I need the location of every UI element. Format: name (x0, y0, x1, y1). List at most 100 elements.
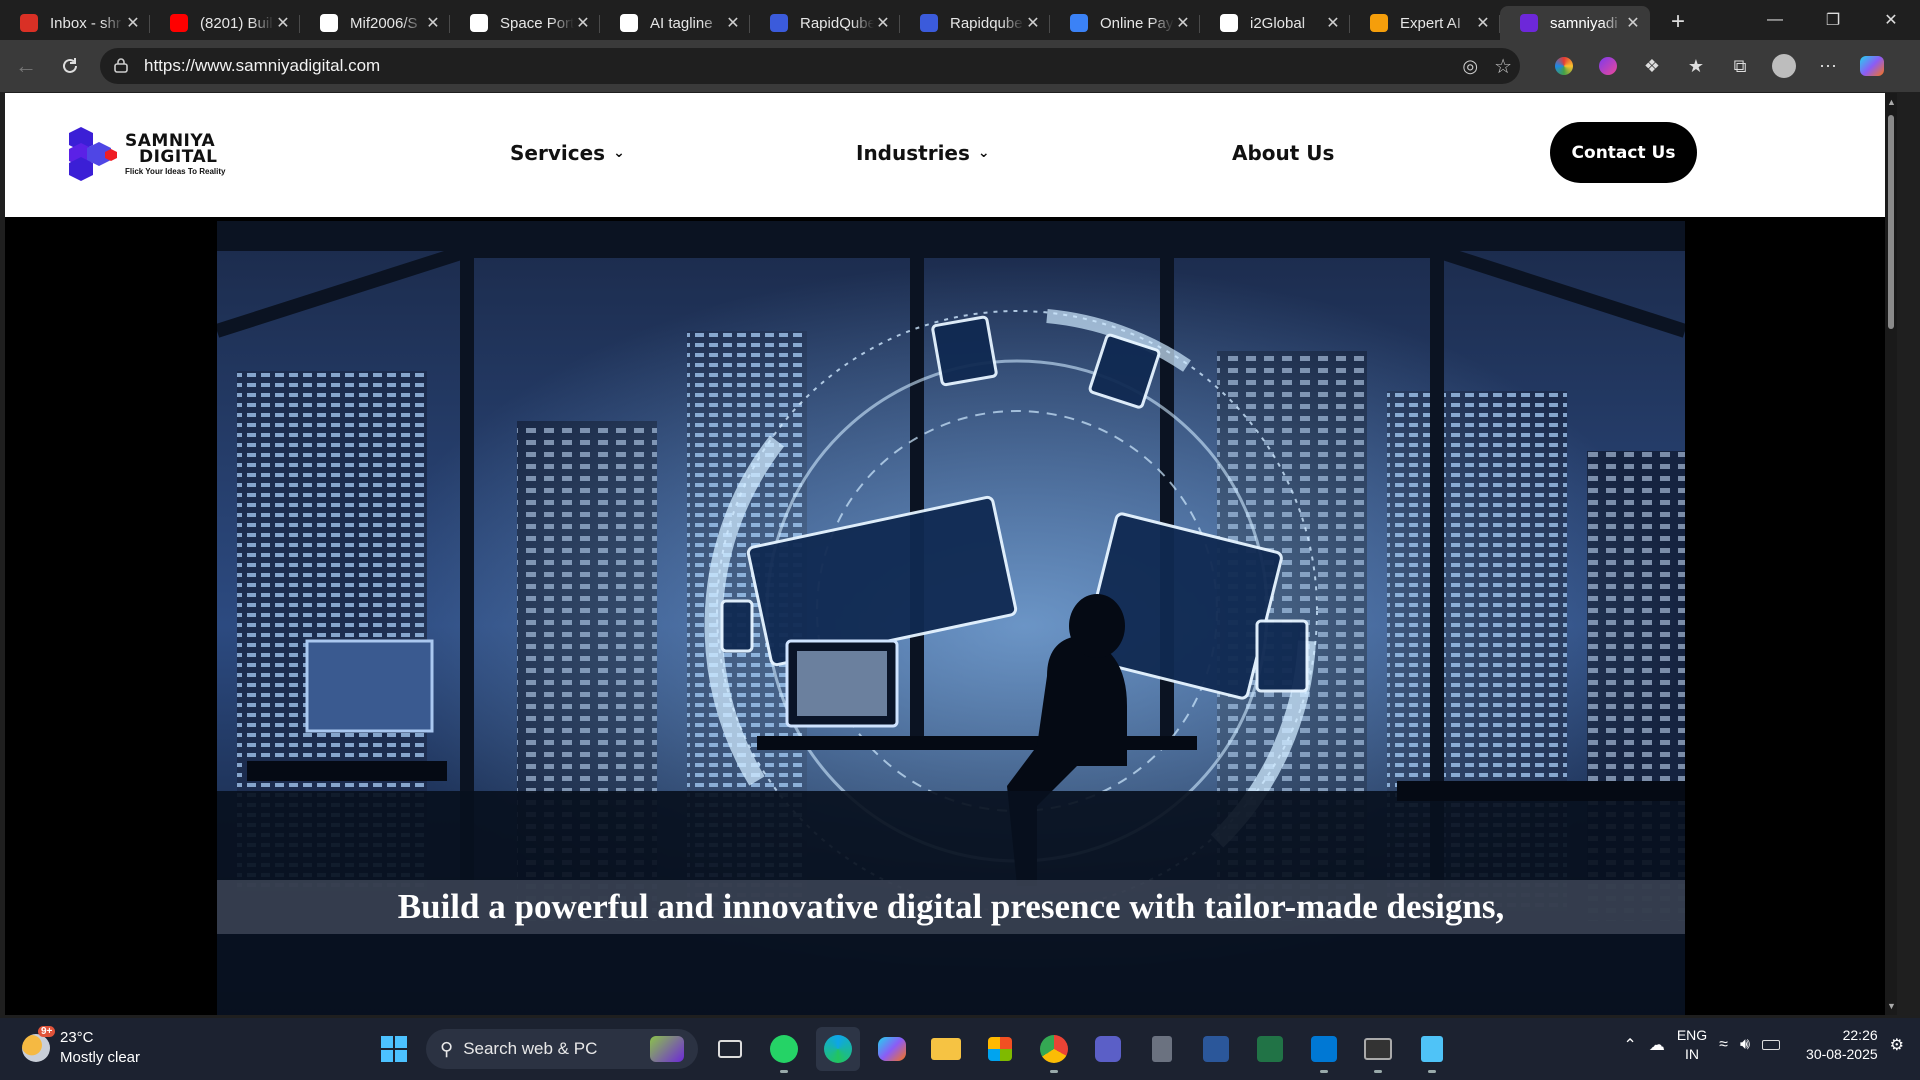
browser-tab[interactable]: AI tagline ✕ (600, 6, 750, 40)
copilot-icon[interactable] (1853, 46, 1891, 86)
site-logo[interactable]: SAMNIYA DIGITAL Flick Your Ideas To Real… (67, 125, 247, 185)
browser-tab[interactable]: Expert AI ✕ (1350, 6, 1500, 40)
reading-mode-icon[interactable]: ◎ (1462, 56, 1478, 77)
rapidqube-icon (770, 14, 788, 32)
extensions-bar: ❖ ★ ⧉ ⋯ (1545, 46, 1891, 86)
close-tab-icon[interactable]: ✕ (874, 13, 892, 33)
tab-label: Inbox - shr (50, 14, 121, 32)
battery-icon[interactable] (1762, 1040, 1781, 1050)
microsoft-store-icon[interactable] (978, 1027, 1022, 1071)
refresh-icon (63, 58, 77, 73)
edge-browser-icon[interactable] (816, 1027, 860, 1071)
notepad-icon[interactable] (1410, 1027, 1454, 1073)
start-button[interactable] (372, 1027, 416, 1071)
close-tab-icon[interactable]: ✕ (1474, 13, 1492, 33)
favorites-icon[interactable]: ★ (1677, 46, 1715, 86)
input-language-indicator[interactable]: ENG IN (1677, 1026, 1707, 1064)
close-tab-icon[interactable]: ✕ (274, 13, 292, 33)
restore-button[interactable]: ❐ (1804, 0, 1862, 40)
word-icon[interactable] (1194, 1027, 1238, 1071)
file-explorer-icon[interactable] (924, 1027, 968, 1071)
teams-icon[interactable] (1086, 1027, 1130, 1071)
tab-label: Rapidqube (950, 14, 1023, 32)
samniya-hexagon-logo-icon (69, 127, 117, 181)
browser-tab[interactable]: RapidQube ✕ (750, 6, 900, 40)
windows-logo-icon (381, 1036, 407, 1062)
extensions-puzzle-icon[interactable]: ❖ (1633, 46, 1671, 86)
wifi-icon[interactable]: ≈ (1719, 1036, 1728, 1054)
nav-services-label: Services (510, 141, 606, 165)
browser-tab[interactable]: Inbox - shr ✕ (0, 6, 150, 40)
refresh-button[interactable] (50, 46, 90, 86)
tab-label: samniyadi (1550, 14, 1618, 32)
contact-us-button[interactable]: Contact Us (1550, 122, 1697, 183)
profile-avatar-icon[interactable] (1765, 46, 1803, 86)
search-placeholder: Search web & PC (463, 1039, 598, 1058)
browser-tab[interactable]: Mif2006/S ✕ (300, 6, 450, 40)
brain-extension-icon[interactable] (1589, 46, 1627, 86)
search-icon: ⚲ (440, 1038, 454, 1059)
volume-icon[interactable]: 🔊︎ (1740, 1036, 1750, 1054)
new-tab-button[interactable]: + (1660, 7, 1696, 37)
nav-services[interactable]: Services ⌄ (510, 141, 625, 165)
clock-date: 30-08-2025 (1806, 1046, 1878, 1062)
network-cloud-icon[interactable]: ☁ (1649, 1035, 1665, 1055)
minimize-button[interactable]: — (1746, 0, 1804, 40)
chrome-icon[interactable] (1032, 1027, 1076, 1073)
nav-about-us[interactable]: About Us (1232, 141, 1334, 165)
youtube-icon (170, 14, 188, 32)
close-tab-icon[interactable]: ✕ (424, 13, 442, 33)
copilot-app-icon[interactable] (870, 1027, 914, 1071)
task-view-icon[interactable] (708, 1027, 752, 1071)
weather-widget[interactable]: 9+ 23°C Mostly clear (22, 1026, 140, 1068)
excel-icon[interactable] (1248, 1027, 1292, 1071)
nav-about-label: About Us (1232, 141, 1335, 165)
tab-label: Online Pay (1100, 14, 1174, 32)
address-bar[interactable]: https://www.samniyadigital.com ◎ ☆ (100, 48, 1520, 84)
search-highlight-icon (650, 1036, 684, 1062)
browser-tab[interactable]: Rapidqube ✕ (900, 6, 1050, 40)
nav-industries[interactable]: Industries ⌄ (856, 141, 990, 165)
page-scrollbar[interactable]: ▲ ▼ (1885, 93, 1897, 1015)
close-window-button[interactable]: ✕ (1862, 0, 1920, 40)
show-hidden-icons-chevron-icon[interactable]: ⌃ (1623, 1035, 1636, 1055)
i2global-icon (1220, 14, 1238, 32)
close-tab-icon[interactable]: ✕ (1174, 13, 1192, 33)
close-tab-icon[interactable]: ✕ (1024, 13, 1042, 33)
nav-industries-label: Industries (856, 141, 970, 165)
notifications-bell-icon[interactable]: ⚙ (1890, 1035, 1904, 1055)
terminal-icon[interactable] (1356, 1027, 1400, 1073)
clock-time: 22:26 (1842, 1027, 1878, 1043)
taskbar-search-box[interactable]: ⚲ Search web & PC (426, 1029, 698, 1069)
browser-tab[interactable]: Space Port ✕ (450, 6, 600, 40)
whatsapp-icon[interactable] (762, 1027, 806, 1073)
calculator-icon[interactable] (1140, 1027, 1184, 1071)
close-tab-icon[interactable]: ✕ (124, 13, 142, 33)
close-tab-icon[interactable]: ✕ (574, 13, 592, 33)
more-menu-icon[interactable]: ⋯ (1809, 46, 1847, 86)
close-tab-icon[interactable]: ✕ (1624, 13, 1642, 33)
chevron-down-icon: ⌄ (977, 145, 990, 161)
vscode-icon[interactable] (1302, 1027, 1346, 1073)
hero-caption: Build a powerful and innovative digital … (217, 880, 1685, 934)
back-button[interactable]: ← (6, 46, 46, 86)
browser-tab[interactable]: (8201) Buil ✕ (150, 6, 300, 40)
colorful-extension-icon[interactable] (1545, 46, 1583, 86)
url-text[interactable]: https://www.samniyadigital.com (144, 56, 380, 76)
samniya-icon (1520, 14, 1538, 32)
scroll-up-arrow-icon[interactable]: ▲ (1887, 97, 1896, 107)
scrollbar-thumb[interactable] (1888, 115, 1894, 329)
system-tray: ⌃ ☁ ENG IN ≈ 🔊︎ 22:26 30-08-2025 ⚙ (1623, 1026, 1904, 1064)
collections-icon[interactable]: ⧉ (1721, 46, 1759, 86)
language-line-2: IN (1684, 1046, 1699, 1062)
browser-tab[interactable]: i2Global ✕ (1200, 6, 1350, 40)
site-info-lock-icon[interactable] (114, 57, 132, 76)
system-clock[interactable]: 22:26 30-08-2025 (1806, 1026, 1878, 1064)
favorite-star-icon[interactable]: ☆ (1494, 54, 1512, 79)
scroll-down-arrow-icon[interactable]: ▼ (1887, 1001, 1896, 1011)
close-tab-icon[interactable]: ✕ (1324, 13, 1342, 33)
close-tab-icon[interactable]: ✕ (724, 13, 742, 33)
expert-ai-icon (1370, 14, 1388, 32)
browser-tab[interactable]: Online Pay ✕ (1050, 6, 1200, 40)
browser-tab[interactable]: samniyadi ✕ (1500, 6, 1650, 40)
